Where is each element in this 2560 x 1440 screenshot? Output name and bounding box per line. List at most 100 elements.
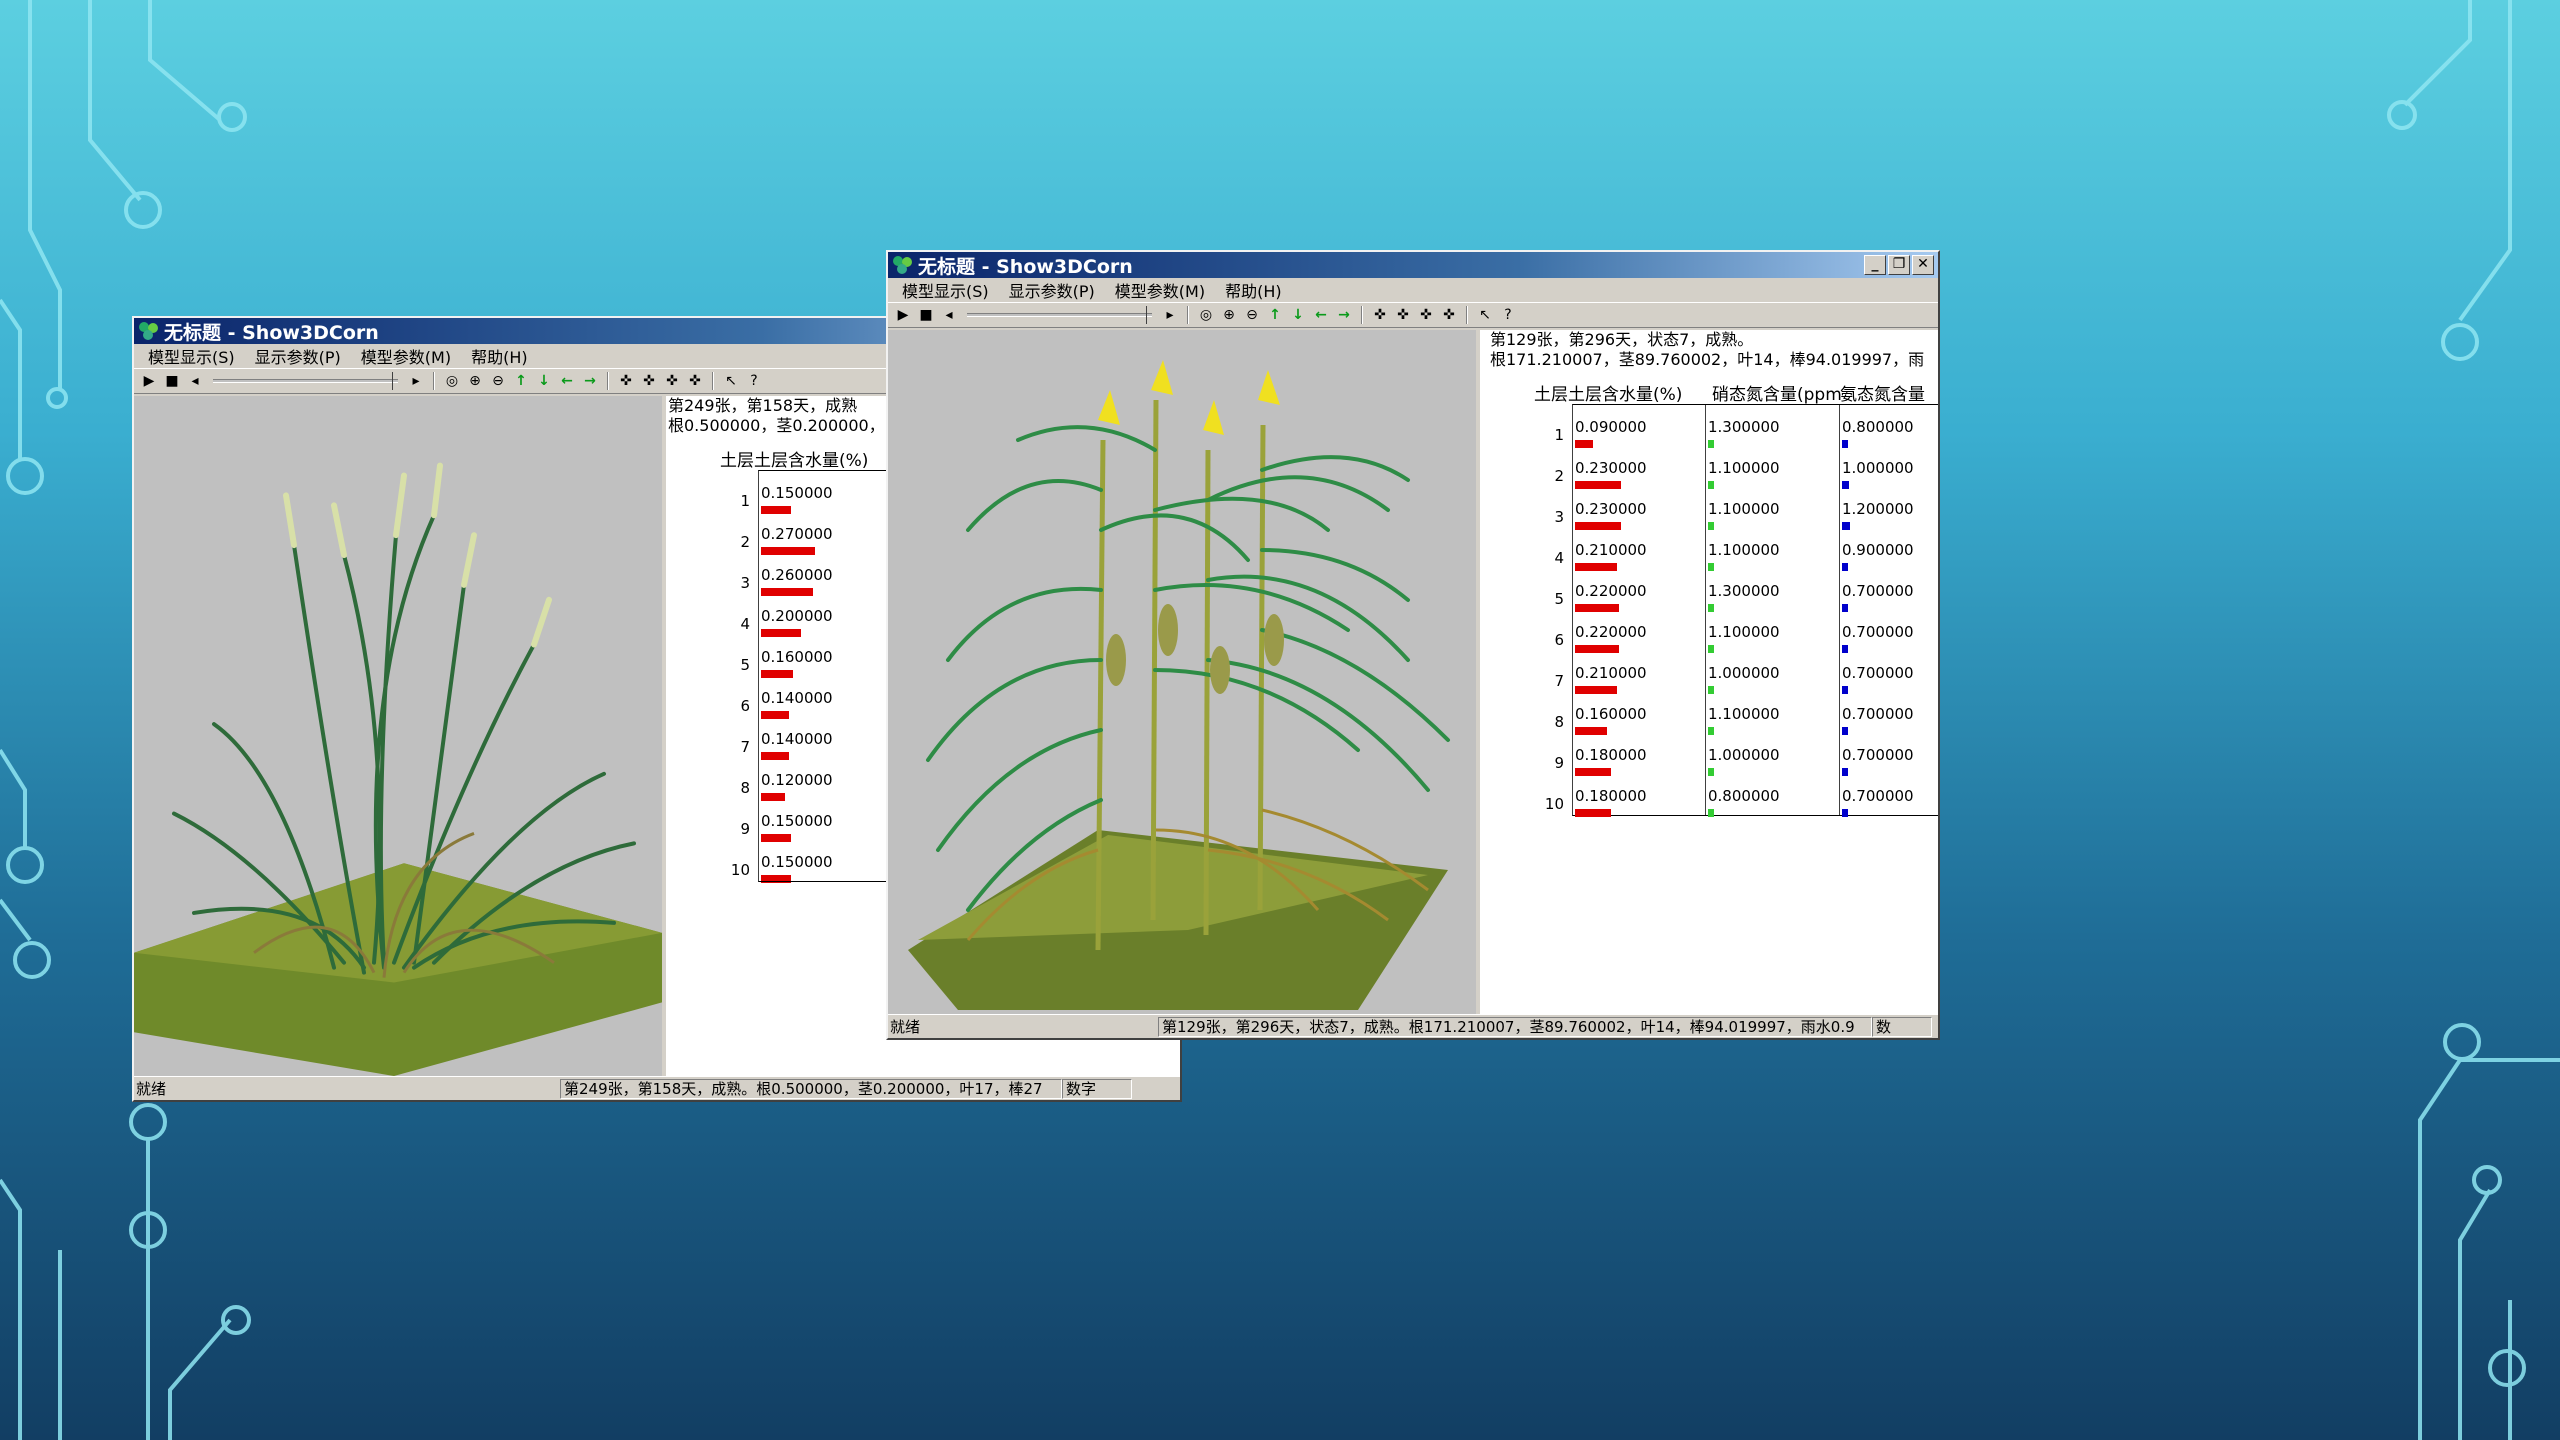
zoom-out-icon[interactable]: ⊖ [1243,306,1261,324]
pan-icon[interactable]: ✜ [1371,306,1389,324]
forward-icon[interactable]: ▸ [407,372,425,390]
column-header-ammonium: 氨态氮含量 [1840,385,1925,405]
zoom-in-icon[interactable]: ⊕ [1220,306,1238,324]
rotate-icon[interactable]: ◎ [443,372,461,390]
moisture-bar [1575,481,1621,489]
row-layer-number: 4 [1554,549,1564,567]
slider-thumb[interactable] [1146,306,1152,324]
pan-icon[interactable]: ✜ [663,372,681,390]
moisture-value: 0.210000 [1575,541,1647,559]
3d-viewport[interactable] [134,396,666,1076]
pan-icon[interactable]: ✜ [640,372,658,390]
menu-model-display[interactable]: 模型显示(S) [138,344,245,368]
menu-help[interactable]: 帮助(H) [1215,278,1292,302]
pan-icon[interactable]: ✜ [1394,306,1412,324]
status-bar: 就绪 第249张，第158天，成熟。根0.500000，茎0.200000，叶1… [134,1076,1180,1100]
moisture-bar [1575,440,1593,448]
pan-icon[interactable]: ✜ [686,372,704,390]
toolbar-separator [1466,306,1468,324]
stop-icon[interactable]: ■ [163,372,181,390]
toolbar-separator [1361,306,1363,324]
moisture-bar [1575,809,1611,817]
stop-icon[interactable]: ■ [917,306,935,324]
data-grid-frame [758,470,898,882]
slider-thumb[interactable] [392,372,398,390]
arrow-up-icon[interactable]: ↑ [512,372,530,390]
arrow-right-icon[interactable]: → [581,372,599,390]
ammonium-value: 0.700000 [1842,664,1914,682]
menu-model-display[interactable]: 模型显示(S) [892,278,999,302]
pan-icon[interactable]: ✜ [1440,306,1458,324]
corn-plant-render [908,360,1450,1010]
menu-model-params[interactable]: 模型参数(M) [1105,278,1215,302]
minimize-icon[interactable]: _ [1864,255,1886,275]
play-icon[interactable]: ▶ [894,306,912,324]
nitrate-bar [1708,481,1714,489]
toolbar-separator [712,372,714,390]
arrow-right-icon[interactable]: → [1335,306,1353,324]
arrow-left-icon[interactable]: ← [1312,306,1330,324]
ammonium-value: 0.900000 [1842,541,1914,559]
moisture-value: 0.220000 [1575,582,1647,600]
restore-icon[interactable]: ❐ [1888,255,1910,275]
row-layer-number: 8 [1554,713,1564,731]
menu-display-params[interactable]: 显示参数(P) [245,344,351,368]
ammonium-bar [1842,440,1848,448]
moisture-value: 0.090000 [1575,418,1647,436]
menu-display-params[interactable]: 显示参数(P) [999,278,1105,302]
row-layer-number: 4 [740,615,750,633]
toolbar-separator [1187,306,1189,324]
pointer-help-icon[interactable]: ↖ [722,372,740,390]
title-bar[interactable]: 无标题 - Show3DCorn _ ❐ ✕ [888,252,1938,278]
moisture-bar [1575,563,1617,571]
ammonium-bar [1842,563,1848,571]
row-layer-number: 3 [1554,508,1564,526]
play-icon[interactable]: ▶ [140,372,158,390]
status-mode: 数 [1872,1016,1932,1037]
toolbar-separator [433,372,435,390]
3d-viewport[interactable] [888,330,1480,1014]
row-layer-number: 1 [1554,426,1564,444]
row-layer-number: 2 [1554,467,1564,485]
data-panel: 第129张，第296天，状态7，成熟。 根171.210007，茎89.7600… [1480,330,1938,1014]
moisture-value: 0.210000 [1575,664,1647,682]
ammonium-bar [1842,809,1848,817]
rotate-icon[interactable]: ◎ [1197,306,1215,324]
close-icon[interactable]: ✕ [1912,255,1934,275]
menu-help[interactable]: 帮助(H) [461,344,538,368]
ammonium-value: 0.700000 [1842,787,1914,805]
forward-icon[interactable]: ▸ [1161,306,1179,324]
menu-model-params[interactable]: 模型参数(M) [351,344,461,368]
arrow-down-icon[interactable]: ↓ [535,372,553,390]
pointer-help-icon[interactable]: ↖ [1476,306,1494,324]
help-icon[interactable]: ? [1499,306,1517,324]
zoom-in-icon[interactable]: ⊕ [466,372,484,390]
nitrate-bar [1708,768,1714,776]
column-header-moisture: 土层土层含水量(%) [1534,385,1683,405]
moisture-bar [1575,727,1607,735]
column-divider [1705,405,1706,815]
arrow-left-icon[interactable]: ← [558,372,576,390]
toolbar: ▶ ■ ◂ ▸ ◎ ⊕ ⊖ ↑ ↓ ← → ✜ ✜ ✜ ✜ ↖ ? [888,302,1938,328]
rewind-icon[interactable]: ◂ [940,306,958,324]
frame-slider[interactable] [213,372,398,390]
arrow-down-icon[interactable]: ↓ [1289,306,1307,324]
frame-slider[interactable] [967,306,1152,324]
zoom-out-icon[interactable]: ⊖ [489,372,507,390]
row-layer-number: 9 [1554,754,1564,772]
window-title: 无标题 - Show3DCorn [918,255,1133,278]
pan-icon[interactable]: ✜ [1417,306,1435,324]
nitrate-value: 1.100000 [1708,459,1780,477]
nitrate-value: 1.100000 [1708,500,1780,518]
help-icon[interactable]: ? [745,372,763,390]
row-layer-number: 3 [740,574,750,592]
nitrate-value: 0.800000 [1708,787,1780,805]
rewind-icon[interactable]: ◂ [186,372,204,390]
pan-icon[interactable]: ✜ [617,372,635,390]
nitrate-bar [1708,809,1714,817]
ammonium-value: 0.700000 [1842,705,1914,723]
nitrate-value: 1.100000 [1708,705,1780,723]
window-show3dcorn-front[interactable]: 无标题 - Show3DCorn _ ❐ ✕ 模型显示(S) 显示参数(P) 模… [886,250,1940,1040]
arrow-up-icon[interactable]: ↑ [1266,306,1284,324]
moisture-bar [1575,522,1621,530]
